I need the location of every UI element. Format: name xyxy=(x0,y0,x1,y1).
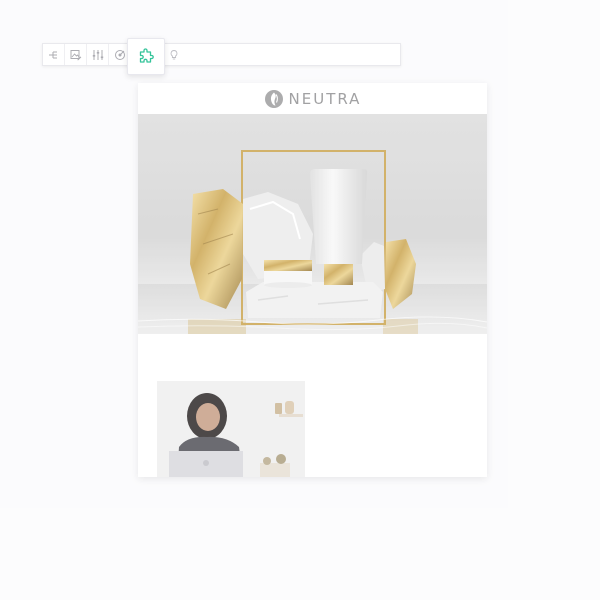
tree-structure-icon xyxy=(48,51,57,58)
image-edit-icon xyxy=(70,49,81,60)
editor-toolbar xyxy=(42,38,401,75)
puzzle-piece-icon xyxy=(139,47,154,63)
woman-with-laptop-image xyxy=(157,381,305,477)
cosmetic-product-scene-image xyxy=(138,150,487,334)
image-edit-button[interactable] xyxy=(65,44,87,65)
sliders-icon xyxy=(92,49,103,60)
email-preview[interactable]: NEUTRA xyxy=(138,83,487,477)
tree-structure-button[interactable] xyxy=(43,44,65,65)
hero-image[interactable] xyxy=(138,114,487,334)
photo-block[interactable] xyxy=(157,381,305,477)
brand-name: NEUTRA xyxy=(288,89,362,108)
email-header[interactable]: NEUTRA xyxy=(138,83,487,114)
target-icon xyxy=(115,49,125,60)
lightbulb-icon[interactable] xyxy=(168,49,180,61)
sliders-button[interactable] xyxy=(87,44,109,65)
content-spacer[interactable] xyxy=(138,334,487,381)
leaf-logo-icon xyxy=(264,89,283,108)
puzzle-piece-button[interactable] xyxy=(127,38,165,75)
editor-canvas: NEUTRA xyxy=(0,0,600,600)
